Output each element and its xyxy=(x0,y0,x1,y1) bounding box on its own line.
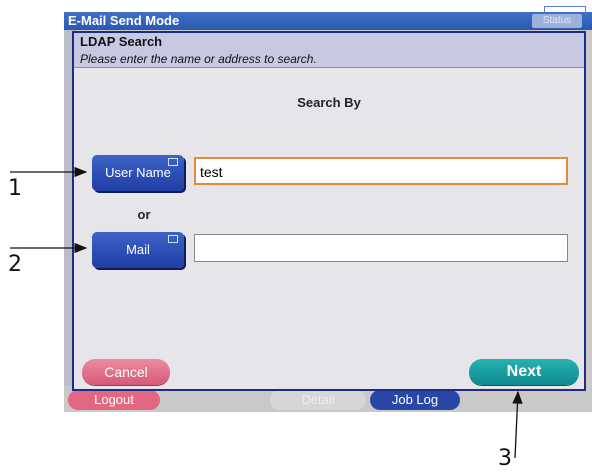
callout-label-2: 2 xyxy=(8,252,22,277)
callout-arrow-3 xyxy=(512,390,523,459)
callout-label-3: 3 xyxy=(498,446,512,471)
callout-label-1: 1 xyxy=(8,176,22,201)
callout-arrows xyxy=(10,166,523,459)
